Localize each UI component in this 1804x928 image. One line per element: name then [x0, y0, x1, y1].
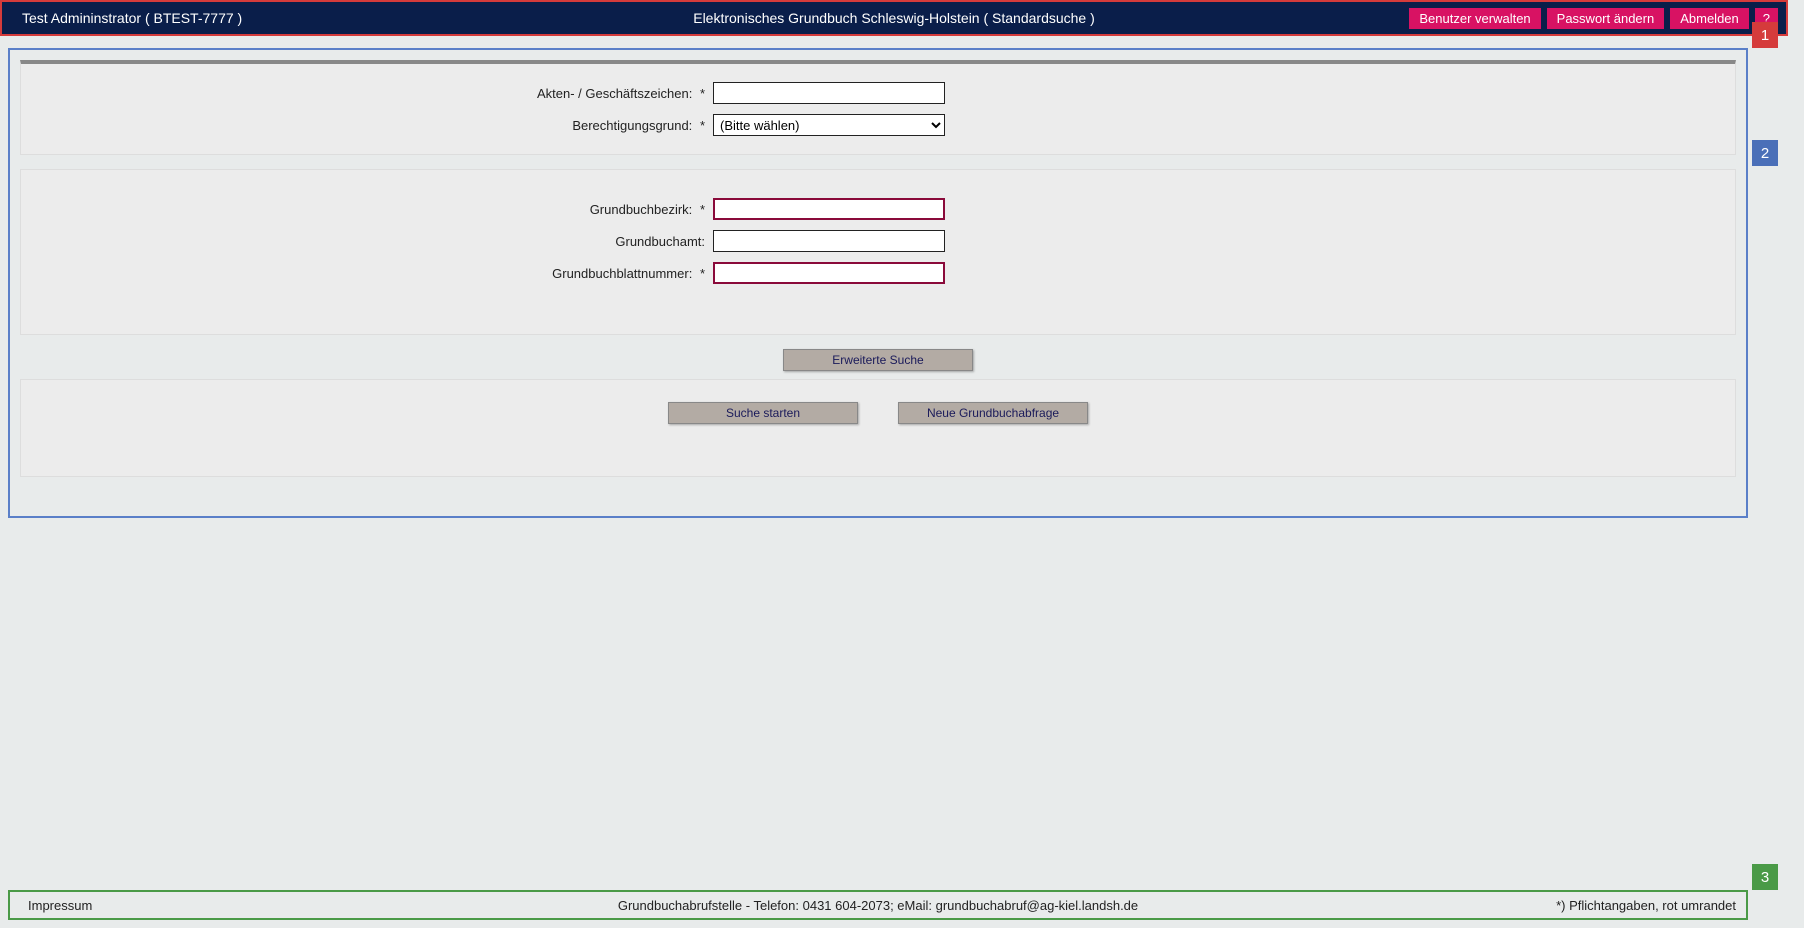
action-button-row: Suche starten Neue Grundbuchabfrage [25, 402, 1731, 424]
footer: Impressum Grundbuchabrufstelle - Telefon… [8, 890, 1748, 920]
row-berechtigung: Berechtigungsgrund: * (Bitte wählen) [25, 114, 1731, 136]
label-grundbuchblatt: Grundbuchblattnummer: * [25, 266, 713, 281]
label-grundbuchamt-text: Grundbuchamt: [615, 234, 705, 249]
label-grundbuchbezirk-text: Grundbuchbezirk: [590, 202, 693, 217]
required-star: * [700, 266, 705, 281]
row-aktenzeichen: Akten- / Geschäftszeichen: * [25, 82, 1731, 104]
label-berechtigung: Berechtigungsgrund: * [25, 118, 713, 133]
manage-users-button[interactable]: Benutzer verwalten [1409, 8, 1540, 29]
annotation-marker-3: 3 [1752, 864, 1778, 890]
grundbuchbezirk-input[interactable] [713, 198, 945, 220]
required-star: * [700, 202, 705, 217]
label-grundbuchbezirk: Grundbuchbezirk: * [25, 202, 713, 217]
change-password-button[interactable]: Passwort ändern [1547, 8, 1665, 29]
action-panel: Suche starten Neue Grundbuchabfrage [20, 379, 1736, 477]
label-aktenzeichen-text: Akten- / Geschäftszeichen: [537, 86, 692, 101]
logout-button[interactable]: Abmelden [1670, 8, 1749, 29]
grundbuchamt-input[interactable] [713, 230, 945, 252]
grundbuchblatt-input[interactable] [713, 262, 945, 284]
label-berechtigung-text: Berechtigungsgrund: [572, 118, 692, 133]
annotation-marker-2: 2 [1752, 140, 1778, 166]
extended-search-row: Erweiterte Suche [20, 349, 1736, 371]
annotation-marker-1: 1 [1752, 22, 1778, 48]
center-panel: Grundbuchbezirk: * Grundbuchamt: Grundbu… [20, 169, 1736, 335]
header-title: Elektronisches Grundbuch Schleswig-Holst… [693, 10, 1095, 26]
top-panel: Akten- / Geschäftszeichen: * Berechtigun… [20, 60, 1736, 155]
main-search-area: Akten- / Geschäftszeichen: * Berechtigun… [8, 48, 1748, 518]
label-aktenzeichen: Akten- / Geschäftszeichen: * [25, 86, 713, 101]
row-grundbuchamt: Grundbuchamt: [25, 230, 1731, 252]
app-header: Test Admininstrator ( BTEST-7777 ) Elekt… [0, 0, 1788, 36]
label-grundbuchamt: Grundbuchamt: [25, 234, 713, 249]
row-grundbuchbezirk: Grundbuchbezirk: * [25, 198, 1731, 220]
header-user-label: Test Admininstrator ( BTEST-7777 ) [10, 10, 242, 26]
extended-search-button[interactable]: Erweiterte Suche [783, 349, 973, 371]
label-grundbuchblatt-text: Grundbuchblattnummer: [552, 266, 692, 281]
new-query-button[interactable]: Neue Grundbuchabfrage [898, 402, 1088, 424]
berechtigung-select[interactable]: (Bitte wählen) [713, 114, 945, 136]
start-search-button[interactable]: Suche starten [668, 402, 858, 424]
required-star: * [700, 86, 705, 101]
impressum-link[interactable]: Impressum [20, 898, 92, 913]
aktenzeichen-input[interactable] [713, 82, 945, 104]
required-star: * [700, 118, 705, 133]
header-actions: Benutzer verwalten Passwort ändern Abmel… [1409, 8, 1778, 29]
footer-required-note: *) Pflichtangaben, rot umrandet [1556, 898, 1736, 913]
footer-contact: Grundbuchabrufstelle - Telefon: 0431 604… [618, 898, 1138, 913]
row-grundbuchblatt: Grundbuchblattnummer: * [25, 262, 1731, 284]
